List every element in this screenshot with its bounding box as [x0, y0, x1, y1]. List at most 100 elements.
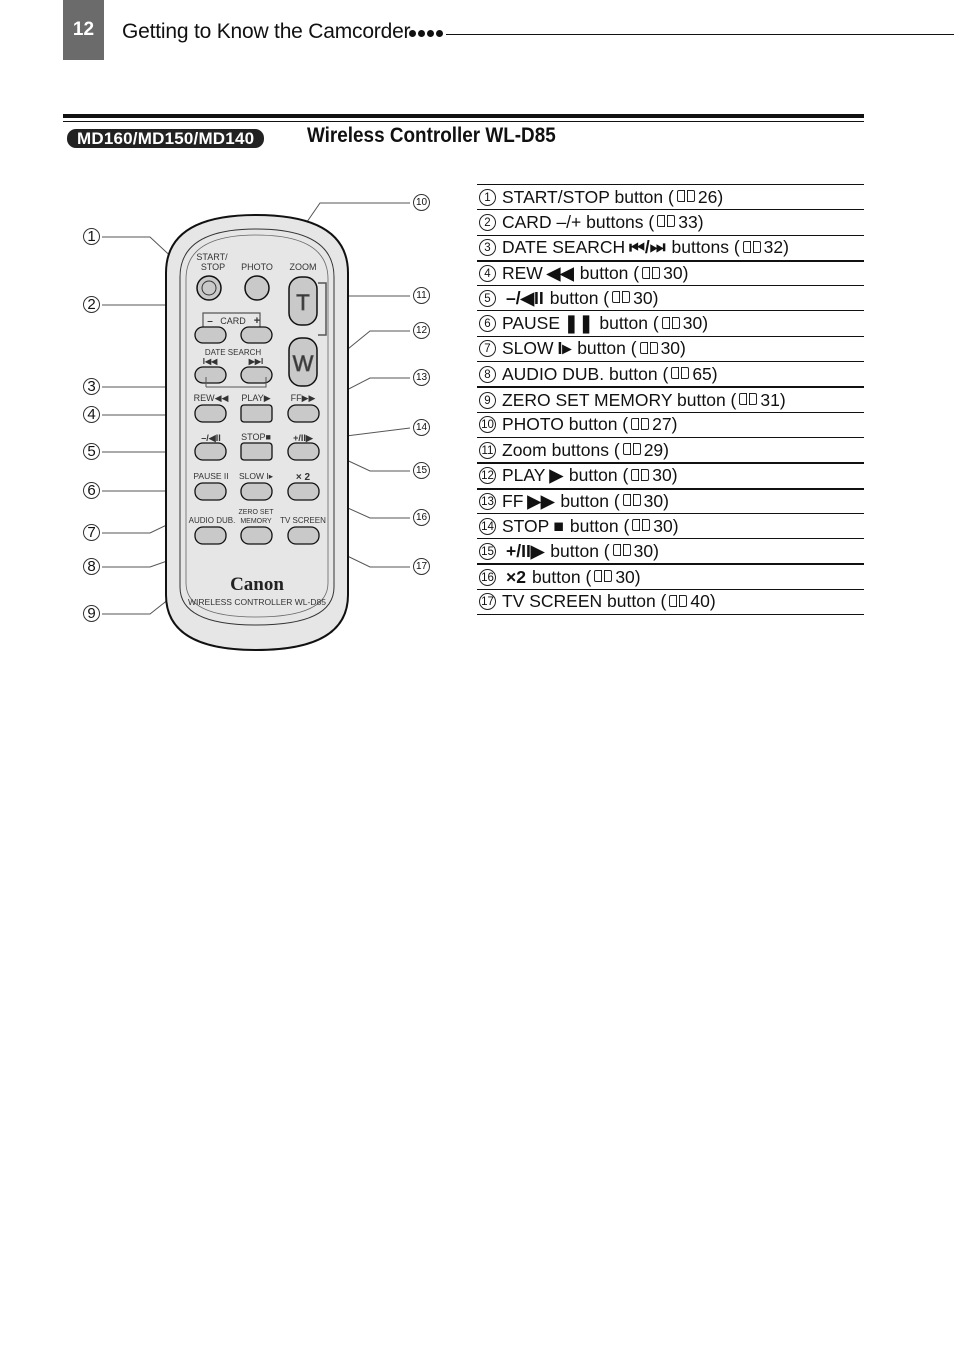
item-label: REW	[502, 263, 543, 284]
callout-13: 13	[413, 369, 430, 386]
callout-9: 9	[83, 605, 100, 622]
page-reference[interactable]: 30	[634, 541, 653, 562]
photo-button[interactable]	[244, 275, 270, 301]
card-minus-button[interactable]	[194, 326, 227, 344]
svg-text:+/II▶: +/II▶	[293, 433, 314, 443]
list-item: 12 PLAY ▶ button (30)	[477, 462, 864, 487]
book-icon	[622, 494, 641, 508]
rew-button[interactable]	[194, 404, 227, 423]
svg-text:STOP■: STOP■	[241, 432, 271, 442]
item-label-suffix: buttons (	[671, 237, 740, 258]
play-button[interactable]	[240, 404, 273, 423]
ff-button[interactable]	[287, 404, 320, 423]
section-rule-thick	[63, 114, 864, 118]
canon-logo: Canon	[230, 574, 284, 595]
tv-screen-button[interactable]	[287, 526, 320, 545]
callout-6: 6	[83, 482, 100, 499]
remote-diagram: START/ STOP PHOTO ZOOM T W – CARD + DATE…	[70, 185, 450, 655]
stop-button[interactable]	[240, 442, 273, 461]
svg-text:ZOOM: ZOOM	[290, 262, 317, 272]
paren-close: )	[779, 389, 786, 410]
paren-close: )	[672, 515, 679, 536]
list-item: 15 +/II▶ button (30)	[477, 538, 864, 563]
callout-8: 8	[83, 558, 100, 575]
item-label: TV SCREEN button (	[502, 591, 667, 612]
item-number: 12	[479, 467, 496, 485]
page-reference[interactable]: 26	[698, 187, 717, 208]
book-icon	[671, 367, 690, 381]
page-reference[interactable]: 29	[644, 440, 663, 461]
plus-forward-button[interactable]	[287, 442, 320, 461]
svg-text:MEMORY: MEMORY	[240, 518, 272, 525]
svg-text:STOP: STOP	[201, 262, 225, 272]
book-icon	[639, 341, 658, 356]
list-item: 5 –/◀II button (30)	[477, 285, 864, 310]
paren-close: )	[709, 591, 716, 612]
item-number: 14	[479, 517, 496, 535]
book-icon	[642, 266, 661, 281]
pause-button[interactable]	[194, 482, 227, 501]
page-reference[interactable]: 30	[653, 516, 672, 537]
item-label: Zoom buttons (	[502, 439, 620, 460]
svg-text:+: +	[254, 315, 260, 327]
item-number: 4	[479, 265, 496, 283]
item-number: 6	[479, 315, 496, 333]
item-number: 7	[479, 340, 496, 358]
item-symbol-icon: ▶▶	[527, 490, 555, 511]
svg-text:FF▶▶: FF▶▶	[291, 393, 316, 403]
button-reference-list: 1 START/STOP button (26) 2 CARD –/+ buttons…	[477, 184, 864, 616]
list-item: 13 FF ▶▶ button (30)	[477, 487, 864, 513]
page-reference[interactable]: 27	[652, 414, 671, 435]
page-reference[interactable]: 32	[764, 237, 783, 258]
svg-text:W: W	[293, 351, 314, 376]
paren-close: )	[652, 287, 659, 308]
remote-illustration: START/ STOP PHOTO ZOOM T W – CARD + DATE…	[102, 202, 411, 652]
model-badge: MD160/MD150/MD140	[67, 129, 265, 148]
paren-close: )	[663, 439, 669, 460]
book-icon	[676, 190, 695, 204]
item-number: 3	[479, 239, 496, 257]
svg-text:AUDIO DUB.: AUDIO DUB.	[189, 516, 236, 525]
page-reference[interactable]: 65	[692, 364, 711, 385]
date-search-prev-button[interactable]	[194, 366, 227, 384]
page-reference[interactable]: 30	[633, 288, 652, 309]
page-reference[interactable]: 30	[663, 263, 682, 284]
item-number: 1	[479, 188, 496, 206]
item-number: 5	[479, 289, 496, 307]
audio-dub-button[interactable]	[194, 526, 227, 545]
minus-reverse-button[interactable]	[194, 442, 227, 461]
item-label: PLAY	[502, 465, 546, 486]
svg-text:DATE SEARCH: DATE SEARCH	[205, 348, 262, 357]
callout-10: 10	[413, 194, 430, 211]
list-item: 1 START/STOP button (26)	[477, 184, 864, 209]
date-search-next-button[interactable]	[240, 366, 273, 384]
list-bottom-rule	[477, 614, 864, 616]
page-reference[interactable]: 30	[615, 567, 634, 588]
header-dots	[409, 30, 443, 37]
item-label: DATE SEARCH	[502, 237, 626, 258]
paren-close: )	[697, 211, 704, 232]
x2-button[interactable]	[287, 482, 320, 501]
page-reference[interactable]: 33	[678, 212, 697, 233]
page-reference[interactable]: 40	[690, 591, 709, 612]
page-reference[interactable]: 30	[644, 491, 663, 512]
svg-text:PHOTO: PHOTO	[241, 262, 273, 272]
item-label-suffix: button (	[599, 313, 659, 334]
paren-close: )	[671, 465, 678, 486]
item-label-suffix: button (	[577, 338, 637, 359]
card-plus-button[interactable]	[240, 326, 273, 344]
item-number: 9	[479, 391, 496, 409]
slow-button[interactable]	[240, 482, 273, 501]
page-reference[interactable]: 30	[652, 465, 671, 486]
page-reference[interactable]: 30	[661, 338, 680, 359]
item-label: PAUSE	[502, 313, 561, 334]
paren-close: )	[717, 186, 724, 207]
page-reference[interactable]: 31	[760, 390, 779, 411]
start-stop-button[interactable]	[196, 275, 222, 301]
zero-set-memory-button[interactable]	[240, 526, 273, 545]
page-reference[interactable]: 30	[683, 313, 702, 334]
svg-text:ZERO SET: ZERO SET	[238, 509, 274, 516]
paren-close: )	[783, 237, 789, 258]
paren-close: )	[653, 540, 659, 561]
item-label-suffix: button (	[568, 465, 629, 486]
